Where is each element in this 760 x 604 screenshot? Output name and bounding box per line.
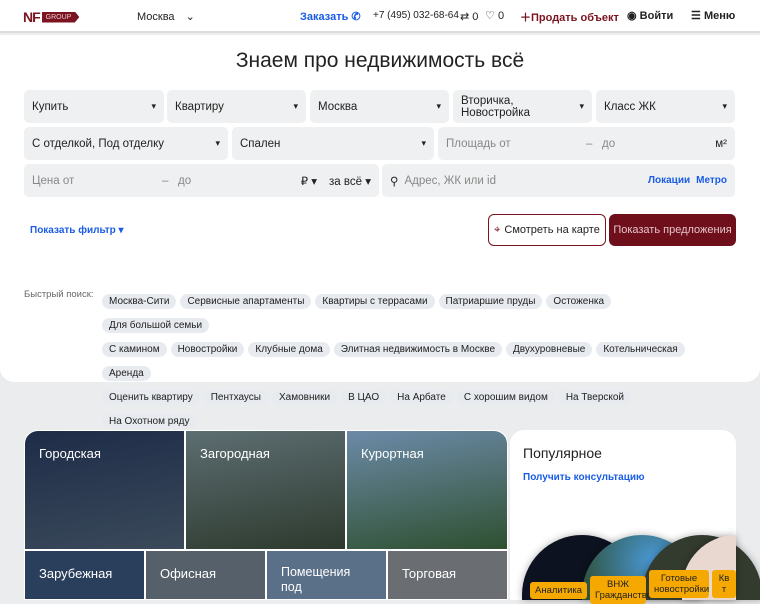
quick-search-chip[interactable]: Москва-Сити [102,294,177,309]
finish-select[interactable]: С отделкой, Под отделку ▾ [24,127,228,160]
price-to-input[interactable]: – до [162,175,301,187]
map-button[interactable]: ⌖ Смотреть на карте [488,214,606,246]
chevron-down-icon: ⌄ [185,11,195,23]
chevron-down-icon: ▾ [215,138,220,148]
quick-search-chip[interactable]: Оценить квартиру [102,390,200,405]
tile-city[interactable]: Городская [24,430,185,550]
city-select[interactable]: Москва ⌄ [137,10,195,23]
quick-search-chip[interactable]: Квартиры с террасами [315,294,435,309]
tag-more: Кв т [712,570,736,598]
quick-search-label: Быстрый поиск: [24,289,94,300]
phone-number[interactable]: +7 (495) 032-68-64 [373,10,459,21]
compare-button[interactable]: ⇄ 0 [460,10,478,23]
quick-search-chip[interactable]: Элитная недвижимость в Москве [333,342,503,357]
search-input[interactable]: ⚲ Адрес, ЖК или id Локации Метро [382,164,735,197]
heart-icon: ♡ [485,10,495,22]
currency-select[interactable]: ₽ ▾ [301,174,317,188]
quick-search-chip[interactable]: Для большой семьи [102,318,210,333]
tag-analytics: Аналитика [530,582,588,599]
tile-premises[interactable]: Помещения под [266,550,387,600]
hamburger-icon: ☰ [691,10,701,22]
show-filter-link[interactable]: Показать фильтр ▾ [30,225,124,236]
market-select[interactable]: Вторичка, Новостройка ▾ [453,90,592,123]
quick-search-chip[interactable]: На Охотном ряду [102,414,197,429]
chevron-down-icon: ▾ [436,101,441,111]
quick-search-chip[interactable]: Двухуровневые [506,342,593,357]
tag-new-buildings: Готовые новостройки [649,570,709,598]
popular-card: Популярное Получить консультацию Аналити… [510,430,760,604]
quick-search-chip[interactable]: Сервисные апартаменты [180,294,312,309]
chevron-down-icon: ▾ [421,138,426,148]
quick-search-chip[interactable]: В ЦАО [341,390,387,405]
metro-link[interactable]: Метро [696,175,727,186]
quick-search-chip[interactable]: Клубные дома [248,342,330,357]
search-icon: ⚲ [390,175,399,188]
user-icon: ◉ [627,10,637,22]
quick-search-chip[interactable]: С камином [102,342,167,357]
tile-foreign[interactable]: Зарубежная [24,550,145,600]
quick-search-chip[interactable]: На Арбате [390,390,453,405]
chevron-down-icon: ▾ [579,101,584,111]
type-select[interactable]: Квартиру ▾ [167,90,306,123]
quick-search-chip[interactable]: На Тверской [558,390,632,405]
logo[interactable]: NF GROUP [23,9,80,25]
order-call-button[interactable]: Заказать ✆ [300,10,361,23]
compare-icon: ⇄ [460,11,470,23]
area-range[interactable]: Площадь от – до м² [438,127,735,160]
sell-button[interactable]: ＋Продать объект [520,9,619,25]
chevron-down-icon: ▾ [293,101,298,111]
quick-search-chip[interactable]: Котельническая [596,342,685,357]
deal-select[interactable]: Купить ▾ [24,90,164,123]
menu-button[interactable]: ☰ Меню [691,9,735,22]
map-pin-icon: ⌖ [494,223,501,236]
area-to-input[interactable]: – до [586,138,715,150]
price-range[interactable]: Цена от – до ₽ ▾ за всё ▾ [24,164,379,197]
tile-retail[interactable]: Торговая [387,550,508,600]
locations-link[interactable]: Локации [648,175,690,186]
city-filter[interactable]: Москва ▾ [310,90,449,123]
plus-icon: ＋ [520,12,531,24]
chevron-down-icon: ▾ [722,101,727,111]
show-offers-button[interactable]: Показать предложения [609,214,736,246]
price-mode-select[interactable]: за всё ▾ [329,174,371,188]
class-select[interactable]: Класс ЖК ▾ [596,90,735,123]
login-button[interactable]: ◉ Войти [627,9,673,22]
bedrooms-select[interactable]: Спален ▾ [232,127,434,160]
quick-search-chip[interactable]: Аренда [102,366,151,381]
quick-search-chip[interactable]: Хамовники [272,390,338,405]
price-from-input[interactable]: Цена от [32,175,162,187]
consultation-link[interactable]: Получить консультацию [523,472,645,483]
page-title: Знаем про недвижимость всё [235,49,525,72]
popular-title: Популярное [523,445,602,461]
chevron-down-icon: ▾ [151,101,156,111]
quick-search-chip[interactable]: Остоженка [546,294,612,309]
quick-search-chip[interactable]: Новостройки [170,342,245,357]
quick-search-chip[interactable]: Патриаршие пруды [438,294,543,309]
phone-icon: ✆ [351,11,361,23]
area-from-input[interactable]: Площадь от [446,138,586,150]
quick-search-chip[interactable]: С хорошим видом [456,390,555,405]
tile-office[interactable]: Офисная [145,550,266,600]
tile-resort[interactable]: Курортная [346,430,508,550]
favorites-button[interactable]: ♡ 0 [485,9,504,22]
quick-search-chip[interactable]: Пентхаусы [203,390,268,405]
header: NF GROUP Москва ⌄ Заказать ✆ +7 (495) 032… [0,0,760,33]
tile-country[interactable]: Загородная [185,430,346,550]
